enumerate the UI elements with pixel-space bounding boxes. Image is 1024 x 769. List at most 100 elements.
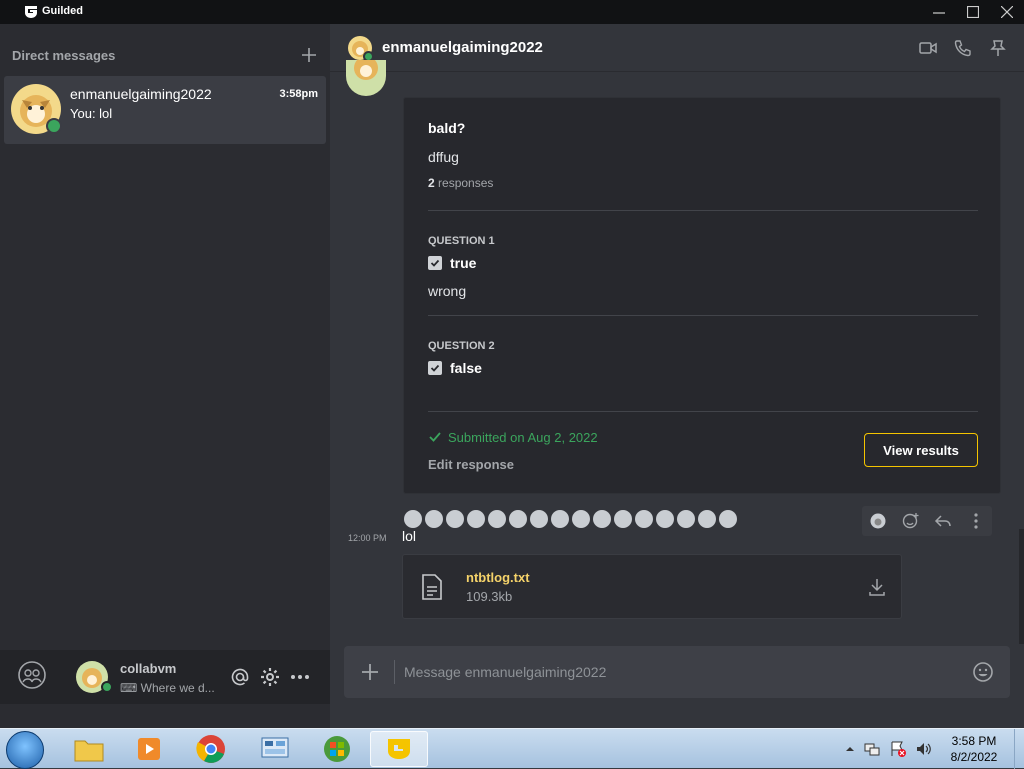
pin-icon[interactable] [989, 39, 1007, 57]
message-input[interactable] [404, 662, 964, 682]
checkmark-icon [429, 432, 441, 442]
form-response-card: bald? dffug 2 responses QUESTION 1 true … [403, 97, 1001, 494]
download-icon[interactable] [867, 577, 887, 597]
settings-gear-icon[interactable] [260, 667, 280, 687]
emoji-picker-icon[interactable] [972, 661, 994, 683]
attachment-name[interactable]: ntbtlog.txt [466, 570, 530, 585]
reaction-emote-icon[interactable] [404, 510, 422, 528]
file-attachment[interactable]: ntbtlog.txt 109.3kb [402, 554, 902, 619]
mentions-icon[interactable] [230, 667, 250, 687]
maximize-button[interactable] [956, 0, 990, 24]
start-button[interactable] [6, 731, 44, 769]
reaction-emote-icon[interactable] [593, 510, 611, 528]
show-desktop-button[interactable] [1014, 729, 1024, 769]
reaction-emote-icon[interactable] [635, 510, 653, 528]
reaction-emote-icon[interactable] [425, 510, 443, 528]
control-panel-icon [261, 737, 289, 758]
dm-time: 3:58pm [279, 88, 318, 100]
dm-name: enmanuelgaiming2022 [70, 86, 212, 102]
media-player-icon [138, 738, 160, 760]
reaction-emote-icon[interactable] [719, 510, 737, 528]
video-call-icon[interactable] [919, 39, 937, 57]
checkbox-checked-icon [428, 361, 442, 375]
message-composer [344, 646, 1010, 698]
close-button[interactable] [990, 0, 1024, 24]
add-attachment-plus-icon[interactable] [360, 662, 380, 682]
voice-call-icon[interactable] [954, 39, 972, 57]
reaction-emote-icon[interactable] [677, 510, 695, 528]
reaction-list [404, 510, 737, 528]
reaction-emote-icon[interactable] [614, 510, 632, 528]
question-1-extra: wrong [428, 283, 467, 299]
reaction-emote-icon[interactable] [572, 510, 590, 528]
message-author-avatar[interactable] [346, 60, 386, 96]
online-status-icon [46, 118, 62, 134]
close-icon [1001, 6, 1013, 18]
dm-item-enmanuelgaiming2022[interactable]: enmanuelgaiming2022 3:58pm You: lol [4, 76, 326, 144]
divider [428, 210, 978, 211]
reaction-emote-icon[interactable] [551, 510, 569, 528]
show-hidden-icons-icon[interactable] [845, 744, 855, 754]
network-icon[interactable] [863, 740, 881, 758]
question-2-label: QUESTION 2 [428, 340, 495, 352]
question-1-answer: true [450, 255, 477, 271]
question-1-label: QUESTION 1 [428, 235, 495, 247]
reaction-emote-icon[interactable] [656, 510, 674, 528]
reaction-emote-icon[interactable] [488, 510, 506, 528]
explorer-taskbar-button[interactable] [60, 731, 118, 767]
message-text: lol [402, 528, 417, 544]
guilded-logo-icon [388, 739, 410, 759]
chat-panel: enmanuelgaiming2022 bald? dffug 2 respon… [330, 24, 1024, 728]
submitted-status: Submitted on Aug 2, 2022 [448, 430, 598, 445]
divider [428, 411, 978, 412]
reaction-emote-icon[interactable] [509, 510, 527, 528]
add-reaction-icon[interactable] [902, 512, 920, 530]
sidebar: Direct messages enmanuelgaiming2022 3:58… [0, 24, 330, 728]
reply-icon[interactable] [934, 512, 952, 530]
question-2-answer: false [450, 360, 482, 376]
reaction-emote-icon[interactable] [698, 510, 716, 528]
system-tray [845, 739, 935, 759]
user-status: ⌨ Where we d... [120, 681, 215, 695]
message-toolbar [862, 506, 992, 536]
scrollbar[interactable] [1019, 529, 1024, 644]
reaction-emote-icon[interactable] [530, 510, 548, 528]
windows-taskbar-button[interactable] [308, 731, 366, 767]
view-results-button[interactable]: View results [864, 433, 978, 467]
form-title: bald? [428, 120, 466, 136]
message-time: 12:00 PM [348, 533, 387, 543]
divider [428, 315, 978, 316]
media-player-taskbar-button[interactable] [120, 731, 178, 767]
reaction-emote-icon[interactable] [446, 510, 464, 528]
attachment-size: 109.3kb [466, 589, 513, 604]
chrome-taskbar-button[interactable] [182, 731, 240, 767]
file-icon [422, 574, 442, 600]
volume-icon[interactable] [915, 740, 933, 758]
user-bar: collabvm ⌨ Where we d... [0, 650, 330, 704]
minimize-icon [933, 12, 945, 14]
reaction-emote-icon[interactable] [467, 510, 485, 528]
clock[interactable]: 3:58 PM 8/2/2022 [944, 733, 1004, 765]
online-status-icon [101, 681, 113, 693]
folder-icon [74, 740, 104, 762]
action-center-icon[interactable] [889, 740, 907, 758]
app-name: Guilded [42, 5, 83, 17]
guilded-taskbar-button[interactable] [370, 731, 428, 767]
form-description: dffug [428, 149, 459, 165]
guilded-logo-icon [25, 6, 37, 18]
more-options-icon[interactable] [967, 512, 985, 530]
clock-time: 3:58 PM [951, 734, 997, 748]
title-bar: Guilded [0, 0, 1024, 24]
sidebar-header: Direct messages [12, 48, 116, 63]
control-panel-taskbar-button[interactable] [246, 731, 304, 767]
clock-date: 8/2/2022 [950, 750, 998, 764]
friends-icon[interactable] [17, 660, 47, 690]
taskbar: 3:58 PM 8/2/2022 [0, 728, 1024, 769]
more-options-icon[interactable] [290, 667, 310, 687]
minimize-button[interactable] [922, 0, 956, 24]
new-dm-plus-icon[interactable] [300, 46, 318, 64]
reaction-emote-button[interactable] [869, 512, 887, 530]
edit-response-link[interactable]: Edit response [428, 457, 514, 472]
windows-logo-icon [324, 736, 350, 762]
dm-preview: You: lol [70, 106, 113, 121]
